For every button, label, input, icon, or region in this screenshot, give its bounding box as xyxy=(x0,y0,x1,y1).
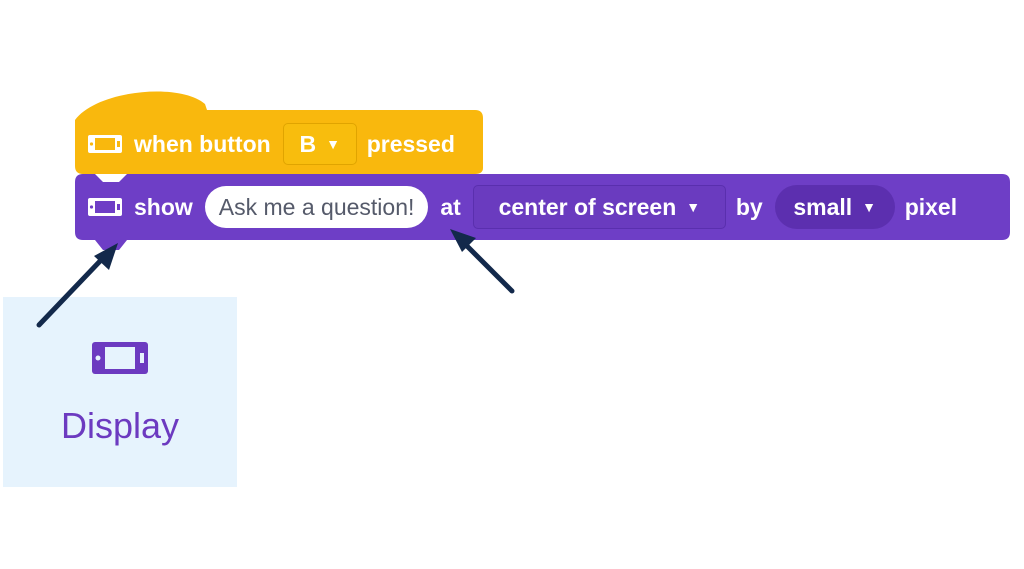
annotation-arrows xyxy=(36,229,515,328)
block-notch-arrow xyxy=(36,243,118,328)
text-input-arrow xyxy=(450,229,515,294)
